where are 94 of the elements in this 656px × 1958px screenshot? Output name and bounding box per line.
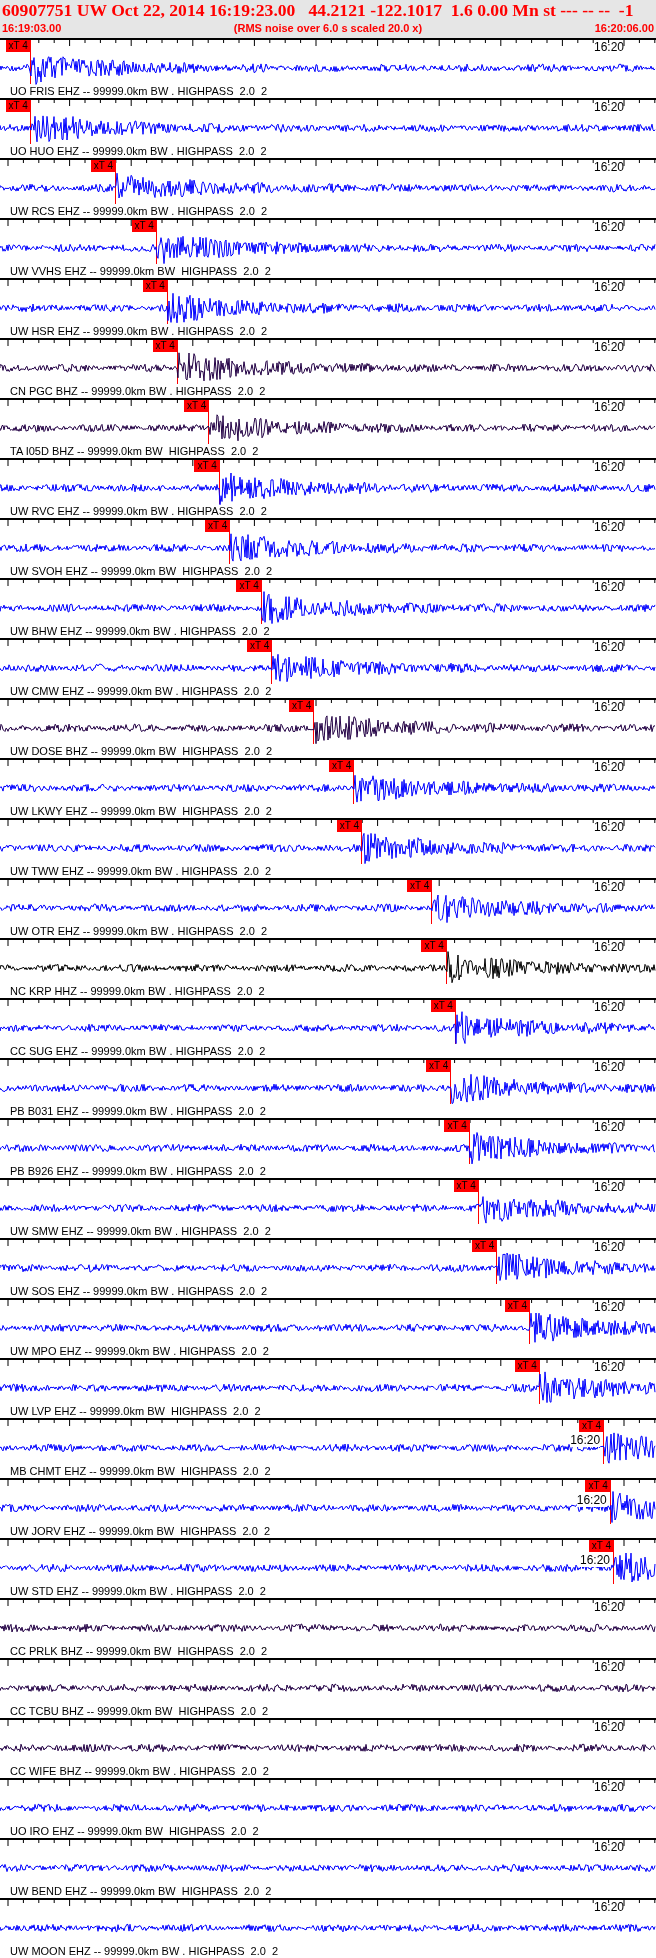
pick-label: xT 4	[504, 1300, 531, 1312]
pick-label: xT 4	[131, 220, 157, 232]
trace-label: CC TCBU BHZ -- 99999.0km BW HIGHPASS 2.0 2	[10, 1705, 269, 1717]
trace-label: CC SUG EHZ -- 99999.0km BW . HIGHPASS 2.0 2	[10, 1045, 266, 1057]
pick-label: xT 4	[430, 1000, 456, 1012]
time-mark: 16:20	[594, 1121, 625, 1134]
trace-label: UW BHW EHZ -- 99999.0km BW . HIGHPASS 2.0 2	[10, 625, 270, 637]
pick-label: xT 4	[407, 880, 433, 892]
time-mark: 16:20	[594, 41, 625, 54]
time-mark: 16:20	[594, 1721, 625, 1734]
trace-label: UW DOSE BHZ -- 99999.0km BW HIGHPASS 2.0 2	[10, 745, 273, 757]
pick-label: xT 4	[444, 1120, 470, 1132]
time-mark: 16:20	[594, 1601, 625, 1614]
trace-label: TA I05D BHZ -- 99999.0km BW HIGHPASS 2.0 2	[10, 445, 259, 457]
pick-label: xT 4	[578, 1420, 605, 1432]
time-mark: 16:20	[594, 821, 625, 834]
pick-label: xT 4	[585, 1480, 611, 1492]
time-mark: 16:20	[594, 761, 625, 774]
trace-label: UO FRIS EHZ -- 99999.0km BW . HIGHPASS 2.0 2	[10, 85, 268, 97]
pick-label: xT 4	[453, 1180, 479, 1192]
time-mark: 16:20	[594, 1781, 625, 1794]
time-mark: 16:20	[594, 401, 625, 414]
trace-label: PB B031 EHZ -- 99999.0km BW . HIGHPASS 2.0 2	[10, 1105, 266, 1117]
trace-label: UW VVHS EHZ -- 99999.0km BW HIGHPASS 2.0 2	[10, 265, 271, 277]
time-mark: 16:20	[580, 1554, 611, 1567]
time-mark: 16:20	[594, 641, 625, 654]
time-mark: 16:20	[570, 1434, 601, 1447]
trace-label: UW MOON EHZ -- 99999.0km BW . HIGHPASS 2.0 2	[10, 1945, 279, 1957]
time-mark: 16:20	[594, 221, 625, 234]
time-mark: 16:20	[594, 1901, 625, 1914]
trace-label: UO IRO EHZ -- 99999.0km BW HIGHPASS 2.0 2	[10, 1825, 259, 1837]
pick-label: xT 4	[514, 1360, 540, 1372]
trace-label: CN PGC BHZ -- 99999.0km BW . HIGHPASS 2.0 2	[10, 385, 266, 397]
time-mark: 16:20	[594, 1661, 625, 1674]
trace-label: MB CHMT EHZ -- 99999.0km BW HIGHPASS 2.0 2	[10, 1465, 271, 1477]
time-mark: 16:20	[594, 461, 625, 474]
time-mark: 16:20	[594, 1361, 625, 1374]
pick-label: xT 4	[288, 700, 315, 712]
trace-label: UW OTR EHZ -- 99999.0km BW . HIGHPASS 2.0 2	[10, 925, 268, 937]
pick-label: xT 4	[194, 460, 220, 472]
pick-label: xT 4	[588, 1540, 615, 1552]
trace-label: NC KRP HHZ -- 99999.0km BW . HIGHPASS 2.0 2	[10, 985, 265, 997]
trace-label: UW BEND EHZ -- 99999.0km BW HIGHPASS 2.0 2	[10, 1885, 272, 1897]
time-mark: 16:20	[594, 1241, 625, 1254]
trace-label: UW LVP EHZ -- 99999.0km BW HIGHPASS 2.0 2	[10, 1405, 261, 1417]
trace-label: UW SMW EHZ -- 99999.0km BW . HIGHPASS 2.0 2	[10, 1225, 271, 1237]
time-mark: 16:20	[594, 1001, 625, 1014]
pick-label: xT 4	[184, 400, 210, 412]
trace-label: UW HSR EHZ -- 99999.0km BW . HIGHPASS 2.0 2	[10, 325, 268, 337]
trace-label: UW MPO EHZ -- 99999.0km BW . HIGHPASS 2.0 2	[10, 1345, 269, 1357]
trace-label: UO HUO EHZ -- 99999.0km BW . HIGHPASS 2.0 2	[10, 145, 267, 157]
time-mark: 16:20	[594, 581, 625, 594]
noise-note: (RMS noise over 6.0 s scaled 20.0 x)	[233, 21, 423, 36]
time-mark: 16:20	[594, 1061, 625, 1074]
pick-label: xT 4	[90, 160, 117, 172]
time-mark: 16:20	[576, 1494, 607, 1507]
trace-label: UW CMW EHZ -- 99999.0km BW . HIGHPASS 2.0 2	[10, 685, 272, 697]
pick-label: xT 4	[205, 520, 231, 532]
trace-label: CC WIFE BHZ -- 99999.0km BW . HIGHPASS 2.0 2	[10, 1765, 269, 1777]
time-mark: 16:20	[594, 161, 625, 174]
time-mark: 16:20	[594, 341, 625, 354]
trace-label: UW STD EHZ -- 99999.0km BW . HIGHPASS 2.0 2	[10, 1585, 266, 1597]
trace-label: UW TWW EHZ -- 99999.0km BW . HIGHPASS 2.0 2	[10, 865, 272, 877]
trace-label: UW RCS EHZ -- 99999.0km BW . HIGHPASS 2.0 2	[10, 205, 268, 217]
time-mark: 16:20	[594, 101, 625, 114]
event-title: 60907751 UW Oct 22, 2014 16:19:23.00 44.2121 -122.1017 1.6 0.00 Mn st --- -- -- -1	[2, 0, 635, 21]
trace-label: PB B926 EHZ -- 99999.0km BW . HIGHPASS 2.0 2	[10, 1165, 266, 1177]
pick-label: xT 4	[246, 640, 273, 652]
trace-label: UW LKWY EHZ -- 99999.0km BW HIGHPASS 2.0 2	[10, 805, 272, 817]
time-mark: 16:20	[594, 941, 625, 954]
pick-label: xT 4	[426, 1060, 452, 1072]
trace-label: UW RVC EHZ -- 99999.0km BW . HIGHPASS 2.0 2	[10, 505, 267, 517]
start-time: 16:19:03.00	[2, 21, 62, 36]
trace-label: UW JORV EHZ -- 99999.0km BW HIGHPASS 2.0 2	[10, 1525, 270, 1537]
pick-label: xT 4	[328, 760, 355, 772]
pick-label: xT 4	[336, 820, 363, 832]
time-mark: 16:20	[594, 281, 625, 294]
trace-label: CC PRLK BHZ -- 99999.0km BW HIGHPASS 2.0 2	[10, 1645, 268, 1657]
pick-label: xT 4	[142, 280, 168, 292]
trace-label: UW SVOH EHZ -- 99999.0km BW HIGHPASS 2.0 2	[10, 565, 273, 577]
time-mark: 16:20	[594, 1181, 625, 1194]
trace-label: UW SOS EHZ -- 99999.0km BW . HIGHPASS 2.0 2	[10, 1285, 268, 1297]
pick-label: xT 4	[471, 1240, 498, 1252]
time-mark: 16:20	[594, 881, 625, 894]
time-mark: 16:20	[594, 1301, 625, 1314]
time-mark: 16:20	[594, 1841, 625, 1854]
pick-label: xT 4	[152, 340, 178, 352]
pick-label: xT 4	[236, 580, 262, 592]
time-mark: 16:20	[594, 701, 625, 714]
pick-label: xT 4	[5, 100, 31, 112]
end-time: 16:20:06.00	[594, 21, 654, 36]
time-mark: 16:20	[594, 521, 625, 534]
pick-label: xT 4	[421, 940, 447, 952]
pick-label: xT 4	[5, 40, 31, 52]
